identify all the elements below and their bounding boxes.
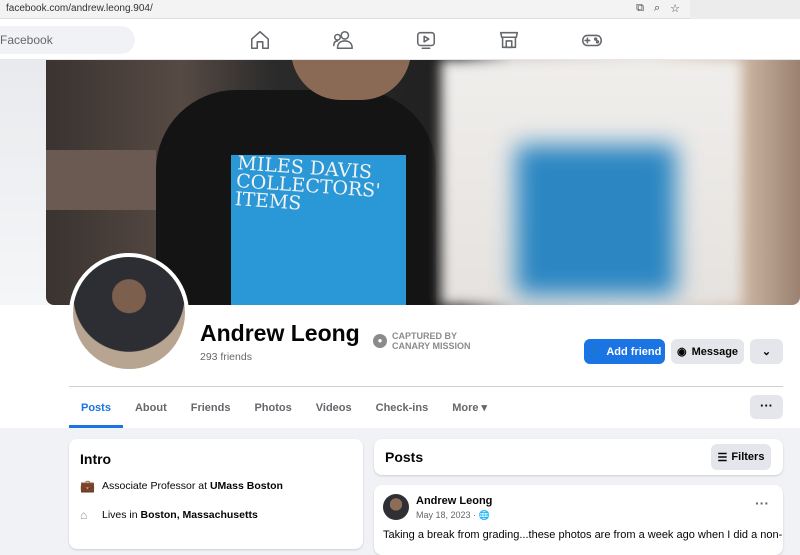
install-app-icon[interactable]: ⧉ <box>636 2 644 15</box>
gaming-icon[interactable] <box>581 29 603 51</box>
chevron-down-icon: ⌄ <box>761 346 772 358</box>
posts-title: Posts <box>385 449 424 465</box>
filters-label: Filters <box>731 451 765 463</box>
top-navigation: Facebook <box>0 19 800 60</box>
zoom-icon[interactable]: ⌕ <box>654 2 660 15</box>
message-button[interactable]: ◉ Message <box>671 339 744 364</box>
address-bar-tools: ⧉ ⌕ ☆ <box>636 2 680 15</box>
work-prefix: Associate Professor at <box>102 479 210 492</box>
intro-card: Intro 💼 Associate Professor at UMass Bos… <box>69 439 363 549</box>
header-divider <box>69 386 783 387</box>
sliders-icon: ☰ <box>717 451 728 464</box>
work-text: Associate Professor at UMass Boston <box>102 480 283 492</box>
watch-icon[interactable] <box>415 29 437 51</box>
message-label: Message <box>691 345 739 358</box>
browser-address-bar[interactable]: facebook.com/andrew.leong.904/ ⧉ ⌕ ☆ <box>0 0 800 19</box>
canary-icon: ● <box>373 334 387 348</box>
bookmark-star-icon[interactable]: ☆ <box>670 2 680 15</box>
badge-text: CAPTURED BY CANARY MISSION <box>392 331 471 351</box>
home-icon: ⌂ <box>80 508 88 522</box>
globe-icon: 🌐 <box>478 510 490 520</box>
cover-shirt-text: MILES DAVIS COLLECTORS' ITEMS <box>234 152 382 215</box>
filters-button[interactable]: ☰ Filters <box>711 444 771 470</box>
tab-check-ins[interactable]: Check-ins <box>364 390 441 428</box>
url-text[interactable]: facebook.com/andrew.leong.904/ <box>6 3 153 14</box>
badge-line-2: CANARY MISSION <box>392 341 471 351</box>
cover-background-table <box>46 150 156 210</box>
add-friend-icon: 👤 <box>587 346 602 358</box>
home-icon[interactable] <box>249 29 271 51</box>
intro-title: Intro <box>80 451 112 467</box>
tab-videos[interactable]: Videos <box>304 390 364 428</box>
tab-about[interactable]: About <box>123 390 179 428</box>
friend-count[interactable]: 293 friends <box>200 351 252 363</box>
add-friend-label: Add friend <box>606 345 662 358</box>
tab-more[interactable]: More ▾ <box>440 390 499 428</box>
search-placeholder: Facebook <box>0 33 53 47</box>
briefcase-icon: 💼 <box>80 479 95 493</box>
add-friend-button[interactable]: 👤 Add friend <box>584 339 665 364</box>
lives-prefix: Lives in <box>102 508 141 521</box>
lives-place[interactable]: Boston, Massachusetts <box>141 509 258 521</box>
tab-posts[interactable]: Posts <box>69 390 123 428</box>
post-card: Andrew Leong May 18, 2023 · 🌐 ··· Taking… <box>374 485 783 555</box>
canary-mission-badge: ● CAPTURED BY CANARY MISSION <box>373 331 471 351</box>
friends-icon[interactable] <box>332 29 354 51</box>
post-text: Taking a break from grading...these phot… <box>383 529 783 541</box>
tab-more-label: More <box>452 402 479 414</box>
post-date[interactable]: May 18, 2023 · 🌐 <box>416 510 490 521</box>
badge-line-1: CAPTURED BY <box>392 331 458 341</box>
post-options-icon[interactable]: ··· <box>755 495 769 511</box>
search-input[interactable]: Facebook <box>0 26 135 54</box>
intro-work: 💼 Associate Professor at UMass Boston <box>80 479 283 493</box>
cover-blurred-shirt <box>516 145 676 295</box>
intro-lives: ⌂ Lives in Boston, Massachusetts <box>80 508 258 522</box>
lives-text: Lives in Boston, Massachusetts <box>102 509 258 521</box>
profile-options-button[interactable]: ⌄ <box>750 339 783 364</box>
messenger-icon: ◉ <box>676 346 687 358</box>
profile-name: Andrew Leong <box>200 320 360 346</box>
tabs-options-button[interactable]: ··· <box>750 395 783 419</box>
work-place[interactable]: UMass Boston <box>210 480 283 492</box>
caret-down-icon: ▾ <box>481 402 488 414</box>
posts-header-card: Posts ☰ Filters <box>374 439 783 475</box>
tab-friends[interactable]: Friends <box>179 390 243 428</box>
profile-avatar[interactable] <box>69 253 189 373</box>
extensions-area <box>690 0 800 19</box>
post-author-name[interactable]: Andrew Leong <box>416 495 492 507</box>
profile-tabs: Posts About Friends Photos Videos Check-… <box>69 390 499 428</box>
tab-photos[interactable]: Photos <box>242 390 303 428</box>
marketplace-icon[interactable] <box>498 29 520 51</box>
post-author-avatar[interactable] <box>383 494 409 520</box>
post-date-text: May 18, 2023 · <box>416 510 479 520</box>
